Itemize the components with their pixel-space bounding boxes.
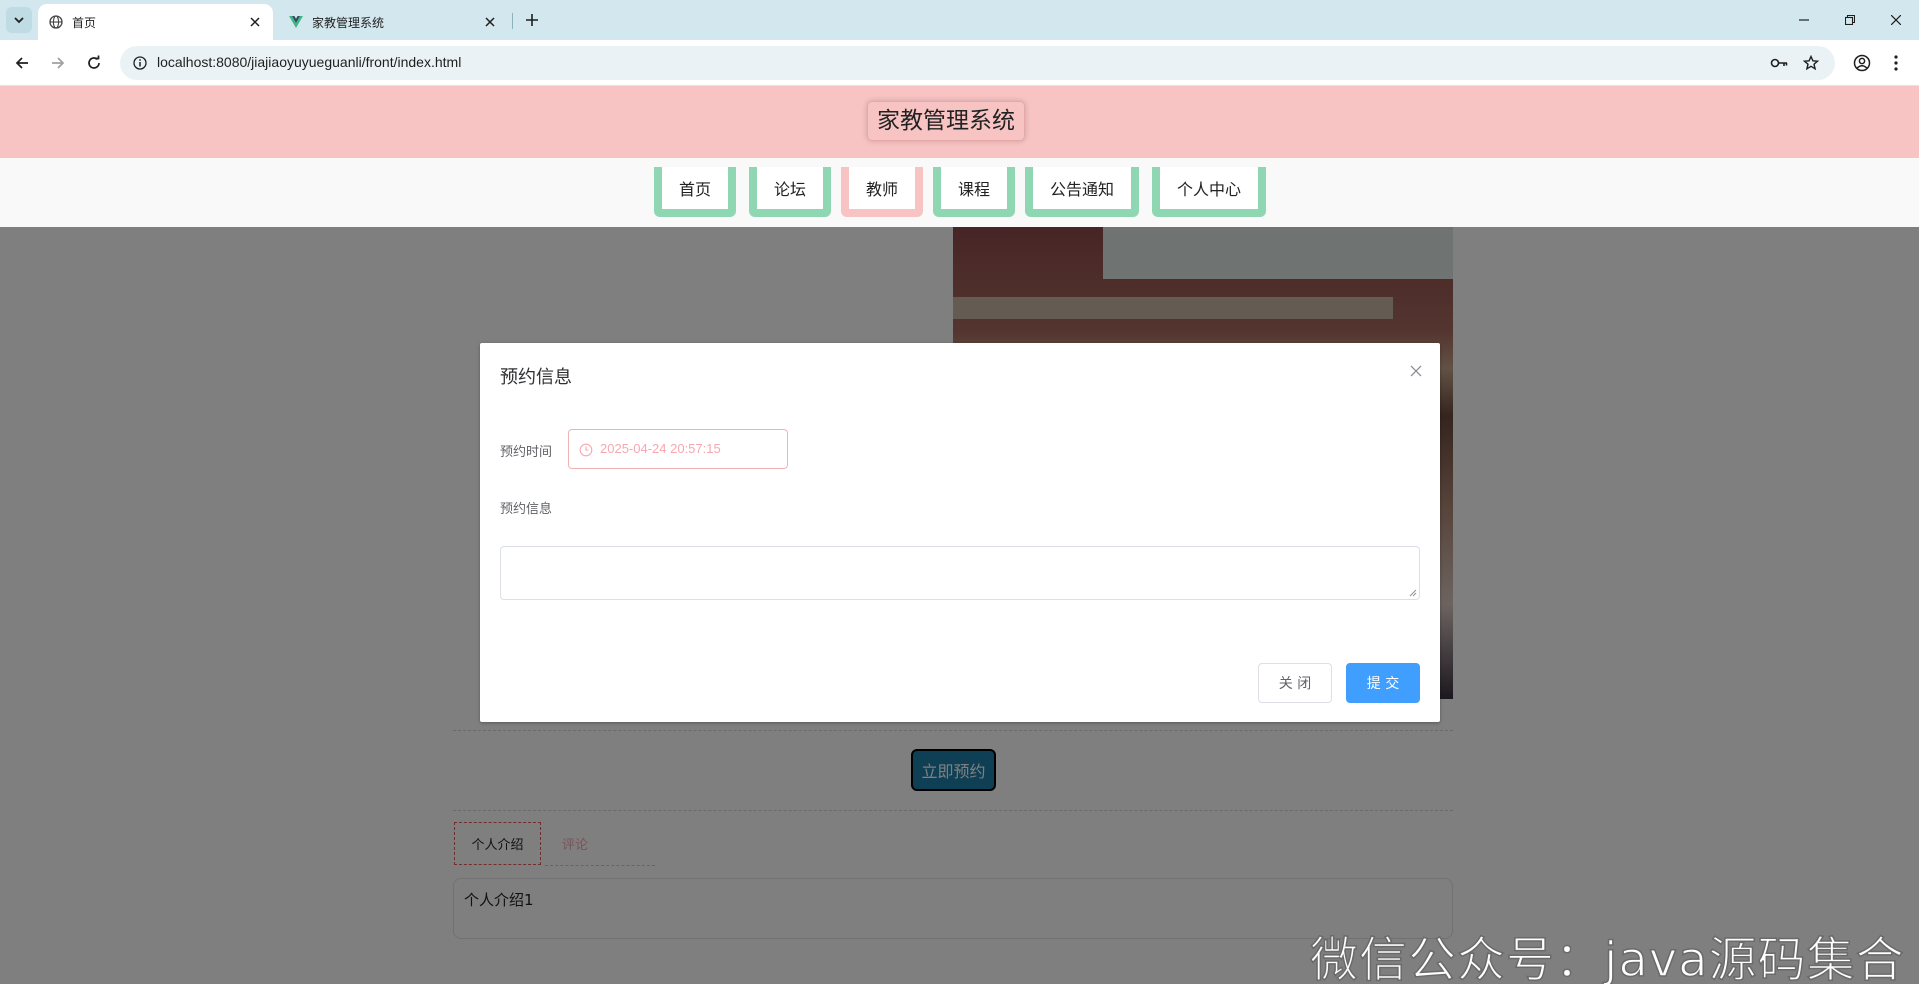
reload-icon [88,55,100,69]
browser-tab-bar: 首页 家教管理系统 [0,0,1919,40]
tab-title: 家教管理系统 [312,15,385,30]
time-label: 预约时间 [500,445,553,460]
nav-label: 论坛 [757,167,823,209]
info-icon[interactable] [128,51,152,75]
dialog-title: 预约信息 [500,367,572,388]
nav-item-home[interactable]: 首页 [654,167,736,217]
site-nav: 首页 论坛 教师 课程 公告通知 个人中心 [0,158,1919,227]
site-title: 家教管理系统 [867,101,1025,141]
browser-toolbar: localhost:8080/jiajiaoyuyueguanli/front/… [0,40,1919,86]
close-icon[interactable] [482,14,498,30]
tab-jiajiao[interactable]: 家教管理系统 [278,4,508,40]
minimize-icon [1799,19,1809,21]
forward-button[interactable] [44,49,72,77]
new-tab-button[interactable] [520,8,544,32]
booking-info-textarea[interactable] [500,546,1420,600]
close-icon [1410,365,1422,377]
tab-home[interactable]: 首页 [38,4,273,40]
bookmark-star-icon[interactable] [1799,51,1823,75]
minimize-button[interactable] [1781,0,1827,40]
browser-menu-button[interactable] [1882,49,1910,77]
window-close-button[interactable] [1873,0,1919,40]
dialog-close-button[interactable] [1406,361,1426,381]
booking-dialog: 预约信息 预约时间 2025-04-24 20:57:15 预约信息 关 闭 提… [480,343,1440,722]
arrow-right-icon [52,57,65,69]
site-header: 家教管理系统 [0,86,1919,158]
url-text[interactable]: localhost:8080/jiajiaoyuyueguanli/front/… [157,54,461,70]
clock-icon [579,443,593,457]
globe-icon [48,14,64,30]
arrow-left-icon [15,57,28,69]
info-label: 预约信息 [500,502,553,517]
nav-item-forum[interactable]: 论坛 [749,167,831,217]
booking-time-picker[interactable]: 2025-04-24 20:57:15 [568,429,788,469]
nav-label: 课程 [941,167,1007,209]
restore-button[interactable] [1827,0,1873,40]
back-button[interactable] [8,49,36,77]
restore-icon [1845,15,1855,25]
nav-label: 个人中心 [1160,167,1258,209]
nav-label: 教师 [849,167,915,209]
chevron-down-icon [14,17,24,24]
nav-label: 首页 [662,167,728,209]
close-button[interactable]: 关 闭 [1258,663,1332,703]
nav-item-notice[interactable]: 公告通知 [1025,167,1139,217]
tab-search-button[interactable] [6,7,32,33]
resize-grip-icon[interactable] [1409,589,1417,597]
tab-title: 首页 [72,15,97,30]
submit-button[interactable]: 提 交 [1346,663,1420,703]
password-key-icon[interactable] [1767,51,1791,75]
more-vertical-icon [1894,55,1898,71]
profile-button[interactable] [1848,49,1876,77]
account-circle-icon [1853,54,1871,72]
address-bar[interactable]: localhost:8080/jiajiaoyuyueguanli/front/… [120,46,1835,80]
vue-logo-icon [288,14,304,30]
nav-item-teacher[interactable]: 教师 [841,167,923,217]
watermark: 微信公众号：java源码集合 [1309,931,1905,984]
close-icon[interactable] [247,14,263,30]
nav-item-course[interactable]: 课程 [933,167,1015,217]
tab-separator [512,13,513,29]
plus-icon [526,14,538,26]
booking-time-value: 2025-04-24 20:57:15 [600,441,721,456]
reload-button[interactable] [80,49,108,77]
nav-label: 公告通知 [1033,167,1131,209]
nav-item-profile[interactable]: 个人中心 [1152,167,1266,217]
close-icon [1891,15,1901,25]
